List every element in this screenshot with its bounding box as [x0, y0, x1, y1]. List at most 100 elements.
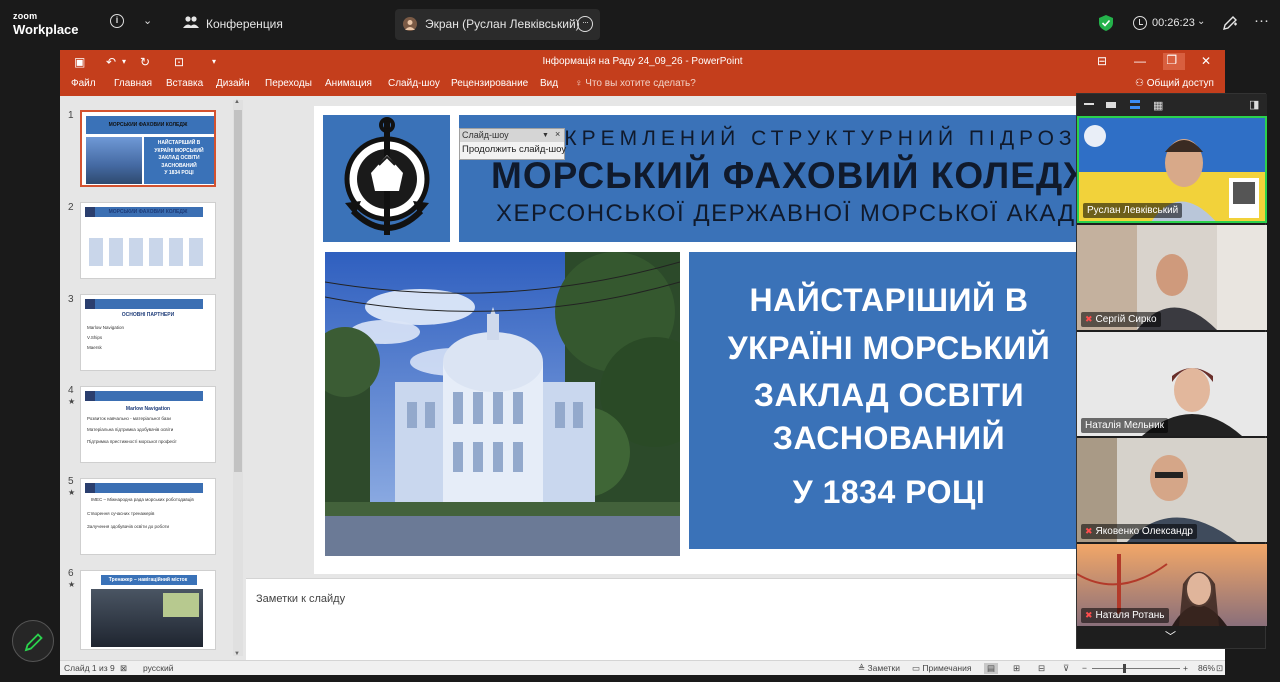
gallery-view-icon[interactable]: ▦ [1153, 99, 1163, 112]
screen-share-tab[interactable]: Экран (Руслан Левківський) ··· [395, 9, 600, 40]
conference-tab-label[interactable]: Конференция [206, 17, 283, 31]
continue-slideshow-button[interactable]: Продолжить слайд-шоу [462, 144, 566, 155]
panel-layout-icon[interactable]: ◨ [1249, 98, 1259, 111]
zoom-out-icon[interactable]: − [1082, 663, 1087, 673]
slide-thumbnail-6[interactable]: Тренажер – навігаційний місток [80, 570, 216, 650]
notes-toggle-button[interactable]: ≜ Заметки [858, 663, 900, 674]
window-title: Інформація на Раду 24_09_26 - PowerPoint [542, 56, 743, 67]
participant-tile[interactable]: Наталія Мельник [1077, 332, 1267, 436]
speaker-view-icon[interactable] [1130, 100, 1140, 109]
ribbon-display-icon[interactable]: ⊟ [1097, 54, 1107, 68]
fit-slide-icon[interactable]: ⊡ [1216, 663, 1223, 674]
thumbnail-view-icon[interactable] [1106, 102, 1116, 108]
annotate-pen-icon[interactable] [1222, 15, 1238, 31]
thumb-line: ЗАКЛАД ОСВІТИ [158, 155, 200, 161]
thumb-number: 3 [68, 294, 74, 305]
ppt-workspace: 1 МОРСЬКИЙ ФАХОВИЙ КОЛЕДЖ НАЙСТАРІШИЙ В … [60, 96, 1225, 660]
slide-thumbnail-5[interactable]: IMEC – Міжнародна рада морських роботода… [80, 478, 216, 555]
share-button[interactable]: ⚇ Общий доступ [1135, 78, 1214, 89]
reading-view-icon[interactable]: ⊟ [1038, 663, 1045, 674]
slide-thumbnail-4[interactable]: Marlow Navigation Розвиток навчально - м… [80, 386, 216, 463]
college-emblem [323, 115, 450, 242]
slideshow-view-icon[interactable]: ⊽ [1063, 663, 1069, 674]
menu-insert[interactable]: Вставка [166, 78, 203, 89]
close-icon[interactable]: × [555, 128, 560, 141]
thumb-title: ОСНОВНІ ПАРТНЕРИ [121, 312, 175, 318]
participant-tile[interactable]: ✖ Сергій Сирко [1077, 225, 1267, 330]
thumbnails-scrollbar[interactable]: ▲ ▼ [233, 99, 243, 657]
participant-tile[interactable]: ✖ Наталя Ротань [1077, 544, 1267, 626]
scroll-down-icon[interactable]: ▼ [234, 651, 240, 657]
chevron-down-icon[interactable]: ⌄ [143, 14, 152, 27]
notes-btn-label: Заметки [867, 663, 900, 673]
header-line-2: МОРСЬКИЙ ФАХОВИЙ КОЛЕДЖ [491, 155, 1098, 196]
zoom-in-icon[interactable]: + [1183, 663, 1188, 673]
zoom-logo-line1: zoom [13, 11, 38, 21]
more-icon[interactable]: ··· [1254, 12, 1269, 29]
zoom-slider-track[interactable] [1092, 668, 1180, 669]
ribbon-tabs: Файл Главная Вставка Дизайн Переходы Ани… [60, 74, 1225, 96]
scroll-down-icon[interactable]: ﹀ [1165, 628, 1176, 644]
zoom-slider-thumb[interactable] [1123, 664, 1126, 673]
participants-icon [183, 16, 199, 28]
founded-line: У 1834 РОЦІ [792, 474, 986, 510]
mic-off-icon: ✖ [1085, 314, 1093, 324]
screen-share-label: Экран (Руслан Левківський) [425, 17, 580, 31]
header-line-3: ХЕРСОНСЬКОЇ ДЕРЖАВНОЇ МОРСЬКОЇ АКАДЕМІЇ [496, 200, 1114, 227]
thumb-bullet: Залучення здобувачів освіти до роботи [87, 524, 170, 529]
slide-thumbnail-2[interactable]: МОРСЬКИЙ ФАХОВИЙ КОЛЕДЖ [80, 202, 216, 279]
founded-line: УКРАЇНІ МОРСЬКИЙ [727, 330, 1051, 366]
chevron-down-icon[interactable]: ▼ [542, 129, 549, 142]
thumb-number: 1 [68, 110, 74, 121]
comments-btn-label: Примечания [922, 663, 972, 673]
menu-transitions[interactable]: Переходы [265, 78, 312, 89]
notes-placeholder: Заметки к слайду [256, 593, 346, 605]
scrollbar-thumb[interactable] [234, 110, 242, 472]
header-line-1: ВІДОКРЕМЛЕНИЙ СТРУКТУРНИЙ ПІДРОЗДІЛ [494, 127, 1114, 150]
participant-tile[interactable]: ✖ Яковенко Олександр [1077, 438, 1267, 542]
slide-thumbnail-1[interactable]: МОРСЬКИЙ ФАХОВИЙ КОЛЕДЖ НАЙСТАРІШИЙ В УК… [80, 110, 216, 187]
current-slide[interactable]: ВІДОКРЕМЛЕНИЙ СТРУКТУРНИЙ ПІДРОЗДІЛ МОРС… [314, 106, 1114, 574]
menu-review[interactable]: Рецензирование [451, 78, 528, 89]
thumb-photo [86, 137, 142, 184]
more-options-icon[interactable]: ··· [577, 16, 593, 32]
thumb-photo-screen [163, 593, 199, 617]
minimize-panel-icon[interactable] [1084, 103, 1094, 105]
slide-thumbnail-3[interactable]: ОСНОВНІ ПАРТНЕРИ Marlow Navigation V.Shi… [80, 294, 216, 371]
menu-design[interactable]: Дизайн [216, 78, 250, 89]
slideshow-float-menu[interactable]: Слайд-шоу ▼ × Продолжить слайд-шоу [459, 128, 566, 160]
powerpoint-window: ▣ ↶ ▾ ↻ ⊡ ▾ Інформація на Раду 24_09_26 … [60, 50, 1225, 675]
slideshow-menu-header: Слайд-шоу ▼ × [460, 129, 564, 142]
slide-thumbnails-pane: 1 МОРСЬКИЙ ФАХОВИЙ КОЛЕДЖ НАЙСТАРІШИЙ В … [60, 96, 244, 660]
zoom-level[interactable]: 86% [1198, 663, 1215, 673]
menu-view[interactable]: Вид [540, 78, 558, 89]
scroll-up-icon[interactable]: ▲ [234, 99, 240, 105]
thumb-number: 5 [68, 476, 74, 487]
chevron-down-icon[interactable]: ⌄ [1197, 16, 1205, 27]
slide-sorter-icon[interactable]: ⊞ [1013, 663, 1020, 674]
thumb-logos [89, 238, 209, 266]
thumb-emblem [85, 391, 95, 401]
panel-toolbar: ▦ ◨ [1077, 94, 1267, 116]
menu-slideshow[interactable]: Слайд-шоу [388, 78, 440, 89]
participant-name: ✖ Наталя Ротань [1081, 608, 1169, 623]
minimize-icon[interactable]: — [1134, 54, 1146, 68]
comments-toggle-button[interactable]: ▭ Примечания [912, 663, 971, 674]
menu-file[interactable]: Файл [71, 78, 96, 89]
menu-animation[interactable]: Анимация [325, 78, 372, 89]
info-icon[interactable]: i [110, 14, 124, 28]
thumb-header [85, 299, 203, 309]
spellcheck-icon[interactable]: ⊠ [120, 663, 127, 674]
tell-me-search[interactable]: ♀ Что вы хотите сделать? [575, 78, 696, 89]
encryption-shield-icon[interactable] [1099, 15, 1113, 31]
close-icon[interactable]: ✕ [1201, 54, 1211, 68]
menu-home[interactable]: Главная [114, 78, 152, 89]
thumb-title: Marlow Navigation [125, 406, 171, 412]
restore-icon[interactable]: ❐ [1163, 53, 1185, 70]
animation-star-icon: ★ [68, 397, 76, 406]
animation-star-icon: ★ [68, 580, 76, 589]
participant-tile-active[interactable]: Руслан Левківський [1077, 116, 1267, 223]
language-indicator[interactable]: русский [143, 663, 174, 673]
annotate-button[interactable] [12, 620, 54, 662]
normal-view-icon[interactable]: ▤ [984, 663, 999, 674]
